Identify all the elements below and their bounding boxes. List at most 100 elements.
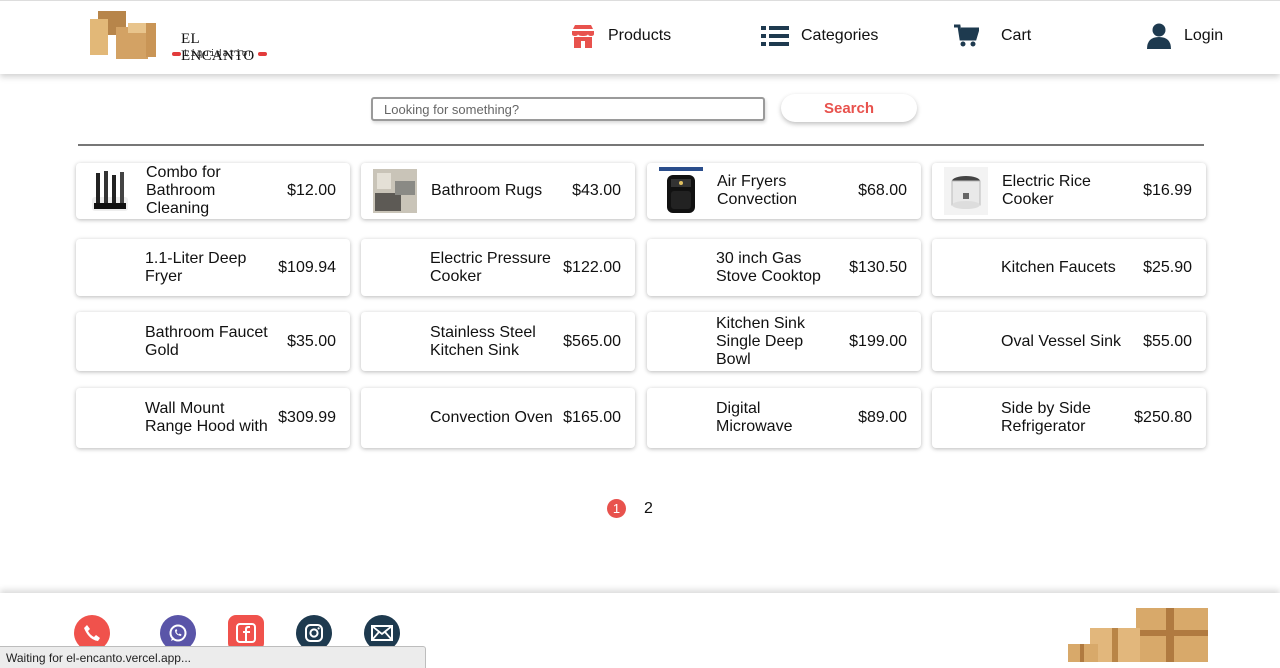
product-price: $565.00 — [563, 332, 621, 350]
product-image[interactable] — [944, 167, 988, 215]
product-price: $16.99 — [1143, 182, 1192, 199]
product-card[interactable]: 30 inch Gas Stove Cooktop $130.50 — [647, 239, 921, 296]
list-icon — [761, 26, 789, 46]
product-name[interactable]: Bathroom Faucet Gold — [145, 324, 270, 360]
product-price: $199.00 — [849, 332, 907, 350]
product-name[interactable]: Oval Vessel Sink — [1001, 333, 1126, 351]
product-card[interactable]: 1.1-Liter Deep Fryer $109.94 — [76, 239, 350, 296]
page-2-button[interactable]: 2 — [644, 500, 653, 518]
nav-login-label: Login — [1184, 27, 1224, 44]
product-card[interactable]: Oval Vessel Sink $55.00 — [932, 312, 1206, 371]
brand-subtitle: Liquidation — [172, 49, 267, 59]
product-name[interactable]: 1.1-Liter Deep Fryer — [145, 250, 270, 286]
product-card[interactable]: Bathroom Rugs $43.00 — [361, 163, 635, 219]
product-image[interactable] — [944, 318, 988, 366]
product-image[interactable] — [373, 394, 417, 442]
nav-categories[interactable]: Categories — [761, 19, 878, 53]
product-card[interactable]: Combo for Bathroom Cleaning $12.00 — [76, 163, 350, 219]
product-card[interactable]: Side by Side Refrigerator $250.80 — [932, 388, 1206, 448]
product-card[interactable]: Wall Mount Range Hood with $309.99 — [76, 388, 350, 448]
whatsapp-icon — [169, 624, 187, 642]
product-name[interactable]: Bathroom Rugs — [431, 182, 556, 200]
nav-products-label: Products — [608, 27, 672, 44]
nav-cart[interactable]: Cart — [954, 19, 1031, 53]
product-price: $165.00 — [563, 409, 621, 426]
rugs-image-icon — [373, 169, 417, 213]
brand-subtitle-text: Liquidation — [184, 49, 255, 59]
mail-icon — [371, 625, 393, 641]
brand-title: EL ENCANTO — [181, 31, 255, 64]
product-price: $250.80 — [1134, 409, 1192, 426]
brand-dash-left — [172, 52, 181, 56]
cart-icon — [954, 24, 979, 47]
product-price: $35.00 — [287, 332, 336, 350]
product-image[interactable] — [373, 244, 417, 292]
search-input[interactable] — [371, 97, 765, 121]
phone-icon — [84, 625, 100, 641]
product-card[interactable]: Electric Rice Cooker $16.99 — [932, 163, 1206, 219]
product-card[interactable]: Bathroom Faucet Gold $35.00 — [76, 312, 350, 371]
product-name[interactable]: Kitchen Sink Single Deep Bowl — [716, 315, 841, 369]
search-button[interactable]: Search — [781, 94, 917, 122]
product-card[interactable]: Digital Microwave $89.00 — [647, 388, 921, 448]
pagination: 1 2 — [607, 499, 653, 518]
product-price: $122.00 — [563, 258, 621, 276]
product-price: $109.94 — [278, 258, 336, 276]
product-name[interactable]: Side by Side Refrigerator — [1001, 400, 1126, 436]
product-image[interactable] — [88, 318, 132, 366]
nav-categories-label: Categories — [801, 27, 879, 44]
product-name[interactable]: Electric Pressure Cooker — [430, 250, 555, 286]
page-1-button[interactable]: 1 — [607, 499, 626, 518]
product-price: $43.00 — [572, 182, 621, 199]
product-price: $25.90 — [1143, 258, 1192, 276]
product-card[interactable]: Air Fryers Convection $68.00 — [647, 163, 921, 219]
product-name[interactable]: Stainless Steel Kitchen Sink — [430, 324, 555, 360]
product-name[interactable]: Convection Oven — [430, 409, 555, 427]
product-price: $68.00 — [858, 182, 907, 199]
product-name[interactable]: Kitchen Faucets — [1001, 259, 1126, 277]
nav-products[interactable]: Products — [570, 19, 671, 53]
brand-logo[interactable]: EL ENCANTO Liquidation — [88, 9, 273, 65]
nav-cart-label: Cart — [1001, 27, 1032, 44]
facebook-icon — [236, 623, 256, 643]
product-price: $12.00 — [287, 182, 336, 199]
rice-cooker-image-icon — [944, 167, 988, 215]
boxes-logo-icon — [90, 11, 156, 59]
product-image[interactable] — [659, 244, 703, 292]
product-image[interactable] — [659, 167, 703, 215]
product-name[interactable]: Air Fryers Convection — [717, 173, 842, 209]
product-name[interactable]: Wall Mount Range Hood with — [145, 400, 270, 436]
product-name[interactable]: 30 inch Gas Stove Cooktop — [716, 250, 841, 286]
product-price: $309.99 — [278, 409, 336, 426]
brush-set-image-icon — [92, 171, 128, 211]
boxes-decoration-icon — [1068, 608, 1208, 662]
product-image[interactable] — [88, 167, 132, 215]
air-fryer-image-icon — [659, 167, 703, 213]
product-card[interactable]: Convection Oven $165.00 — [361, 388, 635, 448]
browser-status-bar: Waiting for el-encanto.vercel.app... — [0, 646, 426, 668]
product-card[interactable]: Kitchen Sink Single Deep Bowl $199.00 — [647, 312, 921, 371]
product-price: $89.00 — [858, 409, 907, 426]
product-card[interactable]: Kitchen Faucets $25.90 — [932, 239, 1206, 296]
product-image[interactable] — [88, 394, 132, 442]
product-card[interactable]: Stainless Steel Kitchen Sink $565.00 — [361, 312, 635, 371]
product-image[interactable] — [659, 318, 703, 366]
product-name[interactable]: Combo for Bathroom Cleaning — [146, 164, 271, 218]
product-image[interactable] — [88, 244, 132, 292]
product-image[interactable] — [373, 318, 417, 366]
product-price: $55.00 — [1143, 332, 1192, 350]
product-image[interactable] — [944, 394, 988, 442]
nav-login[interactable]: Login — [1146, 19, 1223, 53]
user-icon — [1147, 23, 1171, 49]
product-card[interactable]: Electric Pressure Cooker $122.00 — [361, 239, 635, 296]
instagram-icon — [305, 624, 323, 642]
product-image[interactable] — [944, 244, 988, 292]
product-name[interactable]: Electric Rice Cooker — [1002, 173, 1127, 209]
product-image[interactable] — [659, 394, 703, 442]
brand-dash-right — [257, 52, 267, 56]
product-price: $130.50 — [849, 258, 907, 276]
product-image[interactable] — [373, 167, 417, 215]
content-divider — [78, 144, 1204, 146]
site-header: EL ENCANTO Liquidation Products Categori… — [0, 0, 1280, 74]
product-name[interactable]: Digital Microwave — [716, 400, 841, 436]
